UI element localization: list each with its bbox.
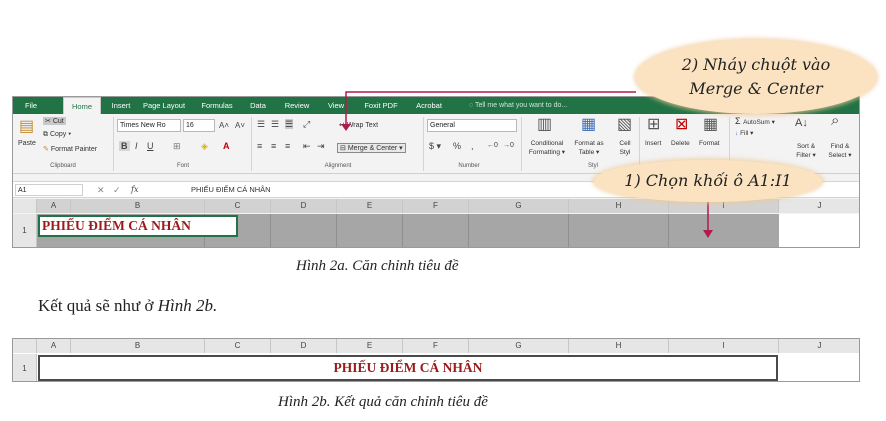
figure-reference: Hình 2b. bbox=[157, 296, 218, 315]
column-header-row: A B C D E F G H I J bbox=[13, 339, 859, 353]
column-header-f[interactable]: F bbox=[403, 339, 469, 353]
column-header-i[interactable]: I bbox=[669, 339, 779, 353]
merge-callout-line-1: 2) Nháy chuột vào bbox=[681, 55, 831, 74]
figure-2a-caption: Hình 2a. Căn chỉnh tiêu đề bbox=[296, 258, 459, 274]
result-sheet: A B C D E F G H I J 1 PHIẾU ĐIỂM CÁ NHÂN bbox=[12, 338, 860, 382]
column-header-g[interactable]: G bbox=[469, 339, 569, 353]
merge-callout-line-2: Merge & Center bbox=[689, 79, 823, 98]
result-sentence: Kết quả sẽ như ở Hình 2b. bbox=[38, 296, 218, 315]
column-header-e[interactable]: E bbox=[337, 339, 403, 353]
column-header-c[interactable]: C bbox=[205, 339, 271, 353]
figure-2b-caption: Hình 2b. Kết quả căn chỉnh tiêu đề bbox=[278, 394, 488, 410]
column-header-d[interactable]: D bbox=[271, 339, 337, 353]
merge-center-callout: 2) Nháy chuột vào Merge & Center bbox=[636, 40, 876, 114]
column-header-a[interactable]: A bbox=[37, 339, 71, 353]
merge-arrow-line bbox=[345, 91, 636, 126]
column-header-b[interactable]: B bbox=[71, 339, 205, 353]
row-header-1[interactable]: 1 bbox=[13, 354, 37, 381]
select-range-callout: 1) Chọn khối ô A1:I1 bbox=[594, 160, 822, 202]
merge-arrow-head bbox=[341, 124, 351, 131]
select-arrow-head bbox=[703, 230, 713, 238]
select-all-corner[interactable] bbox=[13, 339, 37, 353]
column-header-j[interactable]: J bbox=[779, 339, 859, 353]
column-header-h[interactable]: H bbox=[569, 339, 669, 353]
merged-title-cell[interactable]: PHIẾU ĐIỂM CÁ NHÂN bbox=[38, 355, 778, 381]
